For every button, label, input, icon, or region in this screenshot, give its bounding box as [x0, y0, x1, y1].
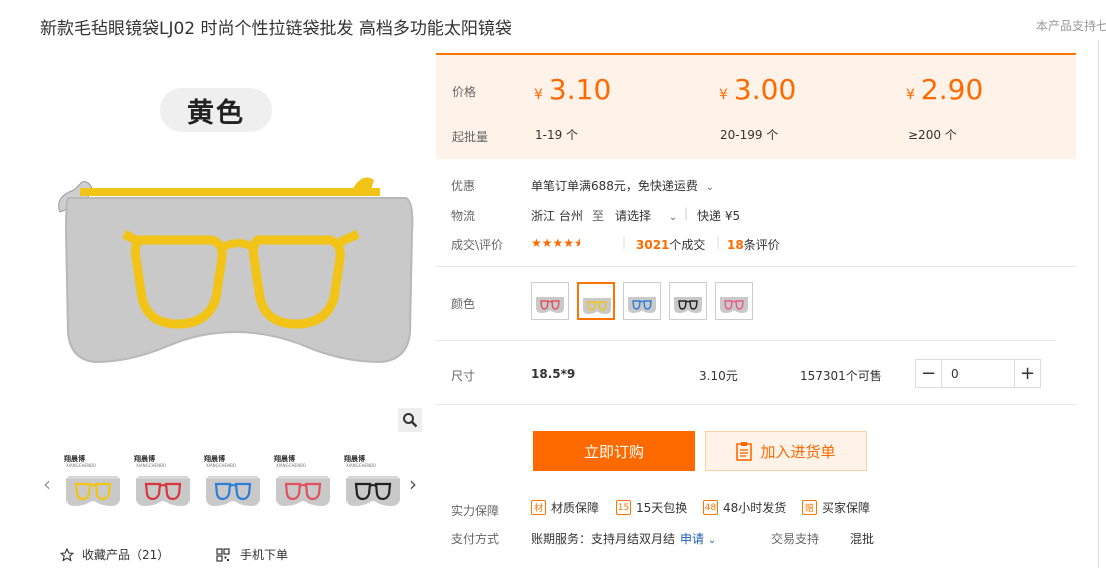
add-to-list-label: 加入进货单 — [760, 442, 836, 461]
deals-count-link[interactable]: 3021个成交 — [636, 236, 705, 253]
support-hint: 本产品支持七 — [1036, 19, 1106, 33]
qrcode-icon — [216, 547, 230, 562]
divider — [436, 266, 1076, 267]
color-swatch[interactable] — [715, 282, 753, 320]
guarantee-label: 实力保障 — [451, 504, 500, 518]
price-tier-3: ¥2.90 — [906, 73, 984, 106]
thumbnail-item[interactable]: 翔晨博 XIANGCHENBO — [272, 452, 334, 510]
moq-tier-2: 20-199 个 — [720, 128, 779, 142]
moq-label: 起批量 — [452, 130, 489, 144]
color-swatch[interactable] — [623, 282, 661, 320]
thumbnail-next-arrow[interactable]: › — [406, 472, 420, 496]
chevron-down-icon: ⌄ — [668, 212, 678, 223]
increment-button[interactable]: + — [1014, 360, 1040, 387]
reviews-count-link[interactable]: 18条评价 — [727, 236, 780, 253]
thumbnail-image — [66, 476, 120, 506]
thumbnail-item[interactable]: 翔晨博 XIANGCHENBO — [132, 452, 194, 510]
thumbnail-image — [276, 476, 330, 506]
chevron-down-icon: ⌄ — [707, 535, 717, 546]
guarantee-buyer-protection[interactable]: 赔 买家保障 — [802, 499, 870, 516]
destination-select[interactable]: 请选择 ⌄ — [615, 207, 677, 224]
trade-support-label: 交易支持 — [771, 532, 820, 546]
color-label: 颜色 — [451, 297, 476, 311]
origin-text: 浙江 台州 — [531, 209, 583, 223]
swatch-image — [720, 297, 748, 313]
moq-tier-3: ≥200 个 — [908, 128, 957, 142]
swatch-image — [536, 297, 564, 313]
exchange-icon: 15 — [616, 500, 631, 515]
size-price: 3.10元 — [699, 369, 738, 383]
separator: | — [622, 235, 627, 249]
thumbnail-strip: ‹ 翔晨博 XIANGCHENBO 翔晨博 XIANGCHENBO 翔晨博 XIANGCH… — [40, 450, 424, 520]
guarantee-material[interactable]: 材 材质保障 — [531, 499, 599, 516]
price-label: 价格 — [452, 85, 477, 99]
material-icon: 材 — [531, 500, 546, 515]
glasses-case-illustration — [58, 177, 414, 364]
payment-terms: 账期服务：支持月结双月结 — [531, 532, 676, 546]
trade-support-value: 混批 — [850, 532, 875, 546]
logistics-label: 物流 — [451, 209, 476, 223]
payment-label: 支付方式 — [451, 532, 500, 546]
size-value: 18.5*9 — [531, 367, 576, 381]
zoom-button[interactable] — [398, 408, 422, 432]
color-swatch[interactable] — [577, 282, 615, 320]
add-to-purchase-list-button[interactable]: 加入进货单 — [705, 431, 867, 471]
thumbnail-prev-arrow[interactable]: ‹ — [40, 472, 54, 496]
favorite-product[interactable]: 收藏产品（21） — [60, 546, 169, 563]
swatch-image — [583, 298, 611, 314]
destination-text: 请选择 — [615, 209, 652, 223]
express-fee: 快递 ¥5 — [697, 209, 741, 223]
star-outline-icon — [60, 547, 74, 562]
divider — [436, 404, 1076, 405]
deals-label: 成交\评价 — [451, 238, 504, 252]
thumbnail-image — [206, 476, 260, 506]
favorite-label: 收藏产品（21） — [82, 548, 170, 562]
price-tier-1: ¥3.10 — [534, 73, 612, 106]
separator: | — [684, 206, 689, 220]
separator: | — [716, 235, 721, 249]
guarantee-48h-shipping[interactable]: 48 48小时发货 — [703, 499, 786, 516]
swatch-image — [628, 297, 656, 313]
thumbnail-item[interactable]: 翔晨博 XIANGCHENBO — [202, 452, 264, 510]
shipping-icon: 48 — [703, 500, 718, 515]
size-label: 尺寸 — [451, 369, 476, 383]
magnifier-icon — [403, 413, 418, 428]
main-product-image[interactable]: 黄色 — [40, 62, 424, 434]
moq-tier-1: 1-19 个 — [535, 128, 579, 142]
decrement-button[interactable]: − — [916, 360, 942, 387]
discount-label: 优惠 — [451, 179, 476, 193]
stock-count: 157301个可售 — [800, 369, 882, 383]
color-swatch[interactable] — [669, 282, 707, 320]
price-tier-2: ¥3.00 — [719, 73, 797, 106]
discount-dropdown[interactable]: 单笔订单满688元，免快递运费 ⌄ — [531, 177, 714, 194]
to-text: 至 — [592, 209, 605, 223]
price-panel: 价格 起批量 ¥3.10 ¥3.00 ¥2.90 1-19 个 20-199 个… — [436, 53, 1076, 159]
rating-stars: ★★★★★ — [531, 236, 581, 250]
thumbnail-item[interactable]: 翔晨博 XIANGCHENBO — [342, 452, 404, 510]
chevron-down-icon: ⌄ — [705, 182, 715, 193]
discount-text: 单笔订单满688元，免快递运费 — [531, 179, 698, 193]
product-title: 新款毛毡眼镜袋LJ02 时尚个性拉链袋批发 高档多功能太阳镜袋 — [40, 19, 512, 39]
mobile-order-label: 手机下单 — [240, 548, 289, 562]
thumbnail-item[interactable]: 翔晨博 XIANGCHENBO — [62, 452, 124, 510]
shield-icon: 赔 — [802, 500, 817, 515]
quantity-input[interactable] — [943, 360, 1015, 387]
guarantee-15-day-exchange[interactable]: 15 15天包换 — [616, 499, 687, 516]
clipboard-icon — [736, 442, 753, 461]
thumbnail-image — [136, 476, 190, 506]
divider — [436, 340, 1056, 341]
thumbnail-image — [346, 476, 400, 506]
color-swatch[interactable] — [531, 282, 569, 320]
buy-now-button[interactable]: 立即订购 — [533, 431, 695, 471]
mobile-order[interactable]: 手机下单 — [216, 546, 288, 563]
swatch-image — [674, 297, 702, 313]
apply-link[interactable]: 申请 ⌄ — [680, 530, 716, 547]
right-divider — [1098, 40, 1099, 568]
quantity-stepper: − + — [915, 359, 1041, 388]
